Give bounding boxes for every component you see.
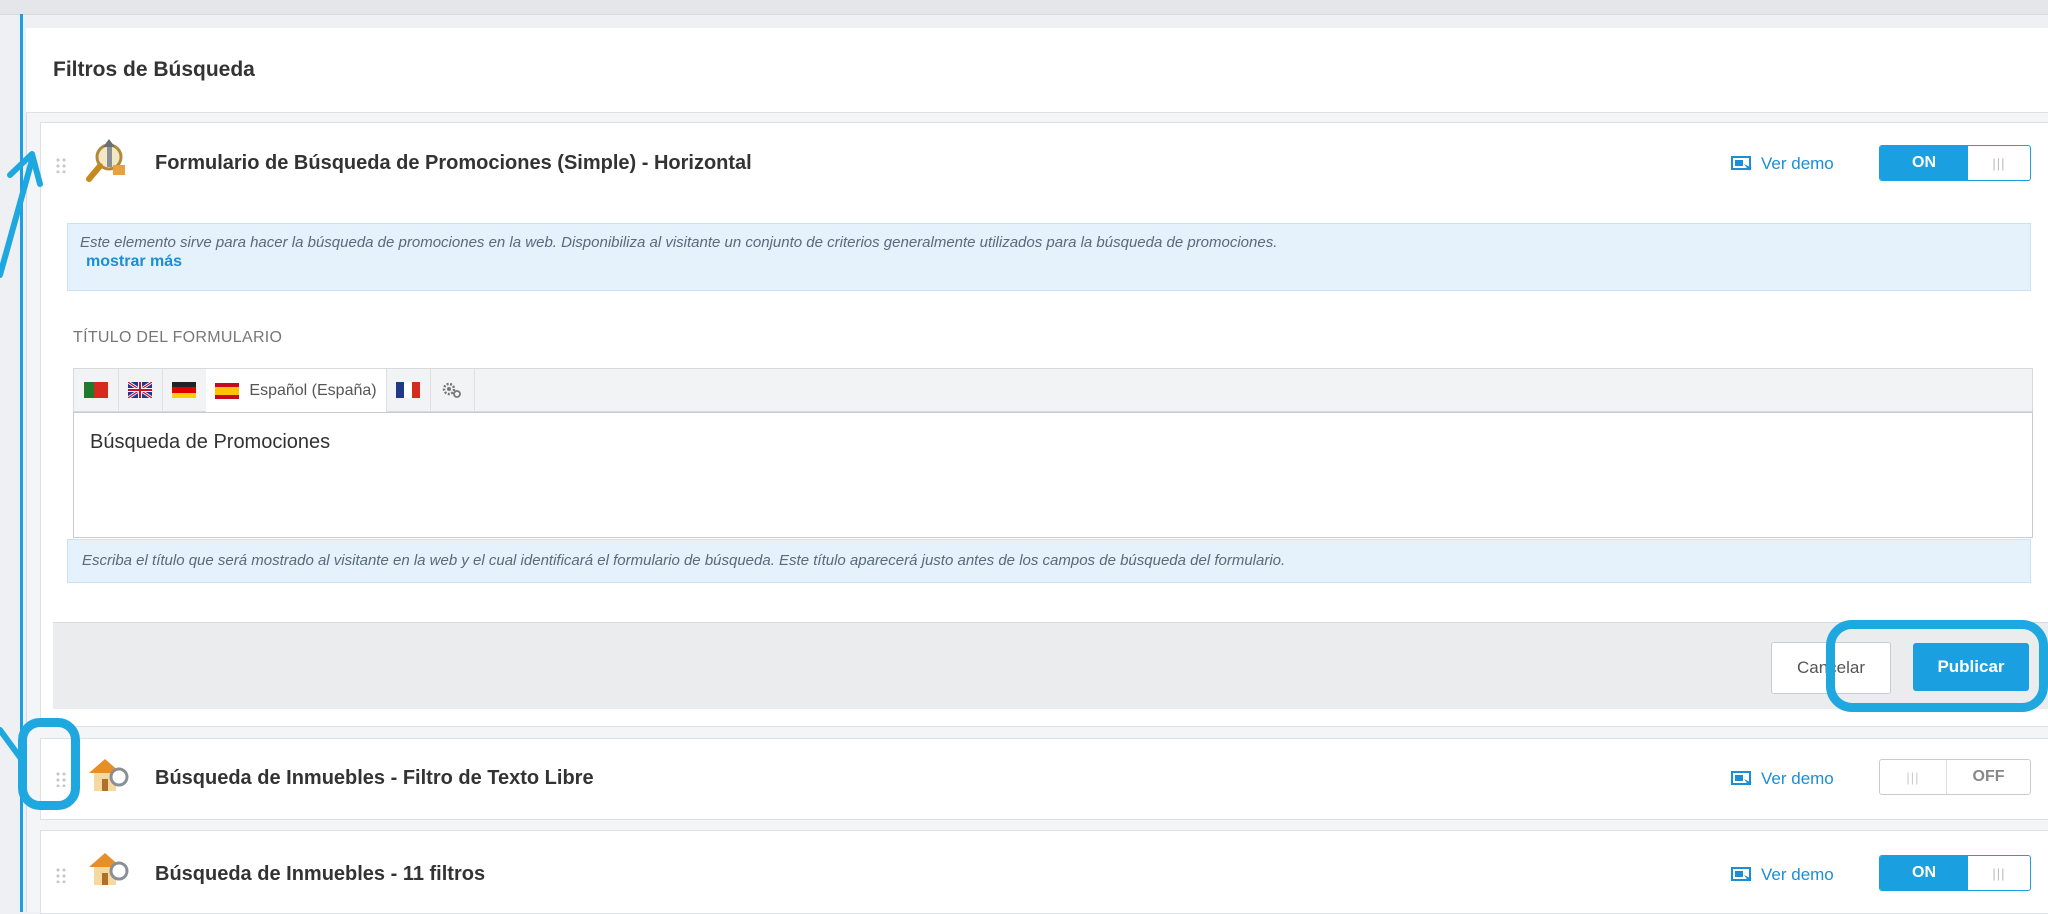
view-demo-link[interactable]: Ver demo — [1731, 154, 1834, 174]
widget-title: Búsqueda de Inmuebles - Filtro de Texto … — [155, 767, 594, 789]
toggle-state-label: ON — [1880, 856, 1968, 890]
house-search-icon — [85, 847, 131, 893]
demo-preview-icon — [1731, 867, 1753, 883]
search-magnifier-icon — [85, 137, 131, 183]
house-search-icon — [85, 753, 131, 799]
help-box: Escriba el título que será mostrado al v… — [67, 539, 2031, 583]
toggle-state-label: ON — [1880, 146, 1968, 180]
demo-preview-icon — [1731, 771, 1753, 787]
settings-gears-icon — [442, 382, 461, 398]
publish-button[interactable]: Publicar — [1913, 643, 2029, 691]
form-title-label: TÍTULO DEL FORMULARIO — [73, 329, 283, 346]
spain-flag-icon — [215, 382, 240, 399]
toggle-knob: ||| — [1880, 760, 1947, 794]
view-demo-label: Ver demo — [1761, 865, 1834, 884]
widget-header-row: Formulario de Búsqueda de Promociones (S… — [41, 123, 2048, 203]
lang-tab-es-label: Español (España) — [249, 381, 377, 399]
help-text: Escriba el título que será mostrado al v… — [82, 552, 1286, 569]
drag-handle-icon[interactable] — [55, 867, 67, 883]
show-more-link[interactable]: mostrar más — [86, 253, 182, 270]
widget-title: Formulario de Búsqueda de Promociones (S… — [155, 152, 752, 174]
left-accent-line — [20, 14, 23, 912]
view-demo-label: Ver demo — [1761, 769, 1834, 788]
toggle-state-label: OFF — [1972, 768, 2005, 785]
description-box: Este elemento sirve para hacer la búsque… — [67, 223, 2031, 291]
toggle-knob: ||| — [1992, 155, 2006, 171]
form-title-value: Búsqueda de Promociones — [90, 431, 331, 453]
lang-tab-settings[interactable] — [430, 369, 475, 411]
germany-flag-icon — [172, 382, 196, 398]
lang-tab-pt[interactable] — [74, 369, 119, 411]
lang-tab-en[interactable] — [118, 369, 163, 411]
view-demo-link[interactable]: Ver demo — [1731, 865, 1834, 885]
widget-item-texto-libre: Búsqueda de Inmuebles - Filtro de Texto … — [40, 738, 2048, 820]
france-flag-icon — [396, 382, 420, 398]
lang-tab-es[interactable]: Español (España) — [206, 369, 387, 412]
widget-title: Búsqueda de Inmuebles - 11 filtros — [155, 863, 486, 885]
form-actions: Cancelar Publicar — [53, 622, 2048, 709]
form-title-input[interactable]: Búsqueda de Promociones — [73, 412, 2033, 538]
toggle-knob: ||| — [1992, 865, 2006, 881]
top-strip — [0, 0, 2048, 15]
status-toggle[interactable]: ||| OFF — [1879, 759, 2031, 795]
portugal-flag-icon — [84, 382, 108, 398]
status-toggle[interactable]: ON ||| — [1879, 855, 2031, 891]
status-toggle[interactable]: ON ||| — [1879, 145, 2031, 181]
language-tabs: Español (España) — [73, 368, 2033, 412]
lang-tab-de[interactable] — [162, 369, 207, 411]
section-header: Filtros de Búsqueda — [26, 28, 2048, 113]
cancel-button[interactable]: Cancelar — [1771, 642, 1891, 694]
view-demo-label: Ver demo — [1761, 154, 1834, 173]
demo-preview-icon — [1731, 156, 1753, 172]
lang-tab-fr[interactable] — [386, 369, 431, 411]
section-title: Filtros de Búsqueda — [53, 58, 255, 81]
drag-handle-icon[interactable] — [55, 771, 67, 787]
widget-item-11-filtros: Búsqueda de Inmuebles - 11 filtros Ver d… — [40, 830, 2048, 914]
uk-flag-icon — [128, 382, 152, 398]
drag-handle-icon[interactable] — [55, 157, 67, 173]
description-text: Este elemento sirve para hacer la búsque… — [80, 234, 1278, 251]
view-demo-link[interactable]: Ver demo — [1731, 769, 1834, 789]
widget-item-promociones: Formulario de Búsqueda de Promociones (S… — [40, 122, 2048, 727]
